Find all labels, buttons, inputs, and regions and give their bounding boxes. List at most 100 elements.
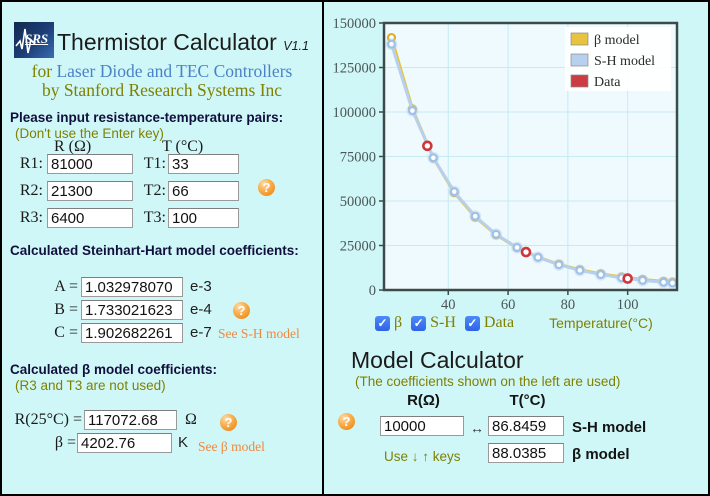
r25-label: R(25°C) = xyxy=(8,411,82,429)
coefficient-b-label: B = xyxy=(8,301,78,319)
sh-section-heading: Calculated Steinhart-Hart model coeffici… xyxy=(10,243,299,258)
t2-label: T2: xyxy=(140,182,166,200)
sh-marker xyxy=(493,231,500,238)
sh-marker xyxy=(535,254,542,261)
legend-swatch-Data xyxy=(571,75,588,87)
help-icon-model-calculator[interactable]: ? xyxy=(338,413,355,430)
r2-input[interactable] xyxy=(47,181,133,201)
sh-marker xyxy=(472,213,479,220)
sh-marker xyxy=(660,279,667,286)
beta-unit: K xyxy=(178,434,188,451)
t2-input[interactable] xyxy=(168,181,239,201)
legend-swatch-S-H model xyxy=(571,54,588,66)
legend-label-β model: β model xyxy=(594,33,640,48)
sh-marker xyxy=(388,41,395,48)
bidirectional-arrow: ↔ xyxy=(470,420,484,436)
t3-label: T3: xyxy=(140,209,166,227)
sh-marker xyxy=(430,154,437,161)
calc-column-header-temperature: T(°C) xyxy=(488,392,567,409)
coefficient-c-exponent: e-7 xyxy=(190,324,212,341)
data-marker xyxy=(423,142,431,150)
model-calculator-title: Model Calculator xyxy=(351,347,524,374)
srs-logo: SRS xyxy=(14,22,54,58)
coefficient-a-input[interactable] xyxy=(81,277,183,297)
t1-input[interactable] xyxy=(168,154,239,174)
t1-label: T1: xyxy=(140,155,166,173)
series-toggle-row: ✓ β ✓ S-H ✓ Data Temperature(°C) xyxy=(375,314,653,332)
r2-label: R2: xyxy=(8,182,43,200)
data-marker xyxy=(624,275,632,283)
legend-label-S-H model: S-H model xyxy=(594,54,655,69)
x-tick-label: 60 xyxy=(501,297,516,313)
page-title: Thermistor Calculator V1.1 xyxy=(57,29,309,56)
model-calculator-subtitle: (The coefficients shown on the left are … xyxy=(355,374,620,389)
sh-marker xyxy=(639,277,646,284)
y-tick-label: 25000 xyxy=(340,239,376,255)
sh-marker xyxy=(556,261,563,268)
products-link: Laser Diode and TEC Controllers xyxy=(56,61,292,81)
beta-label: β = xyxy=(8,434,76,452)
sh-model-label: S-H model xyxy=(572,419,646,436)
beta-section-heading: Calculated β model coefficients: xyxy=(10,362,217,377)
x-tick-label: 100 xyxy=(617,297,639,313)
help-icon-sh-coefficients[interactable]: ? xyxy=(233,302,250,319)
coefficient-b-input[interactable] xyxy=(81,300,183,320)
r1-label: R1: xyxy=(8,155,43,173)
r3-input[interactable] xyxy=(47,208,133,228)
x-tick-label: 40 xyxy=(441,297,456,313)
coefficient-b-exponent: e-4 xyxy=(190,301,212,318)
r25-unit: Ω xyxy=(185,411,197,429)
help-icon-input-pairs[interactable]: ? xyxy=(258,179,275,196)
calc-sh-temperature-input[interactable] xyxy=(488,416,564,436)
left-panel: SRS Thermistor Calculator V1.1 for Laser… xyxy=(2,2,324,494)
sh-marker xyxy=(451,188,458,195)
coefficient-a-label: A = xyxy=(8,278,78,296)
coefficient-c-label: C = xyxy=(8,324,78,342)
calc-resistance-input[interactable] xyxy=(380,416,464,436)
checkbox-beta[interactable]: ✓ xyxy=(375,316,390,331)
r25-input[interactable] xyxy=(84,410,177,430)
x-axis-label: Temperature(°C) xyxy=(549,315,653,331)
beta-section-note: (R3 and T3 are not used) xyxy=(15,378,166,393)
y-tick-label: 100000 xyxy=(333,105,377,121)
x-tick-label: 80 xyxy=(561,297,576,313)
right-panel: 0250005000075000100000125000150000406080… xyxy=(324,2,708,494)
data-marker xyxy=(522,248,530,256)
coefficient-a-exponent: e-3 xyxy=(190,278,212,295)
calc-beta-temperature-input[interactable] xyxy=(488,443,564,463)
legend-swatch-β model xyxy=(571,33,588,45)
input-section-heading: Please input resistance-temperature pair… xyxy=(10,110,283,125)
y-tick-label: 75000 xyxy=(340,150,376,166)
srs-logo-text: SRS xyxy=(25,31,48,47)
legend-label-Data: Data xyxy=(594,75,621,90)
see-sh-model-link[interactable]: See S-H model xyxy=(218,326,300,342)
checkbox-label-data: Data xyxy=(484,314,514,332)
sh-marker xyxy=(514,244,521,251)
calc-column-header-resistance: R(Ω) xyxy=(380,392,467,409)
checkbox-data[interactable]: ✓ xyxy=(465,316,480,331)
checkbox-label-beta: β xyxy=(394,314,402,332)
subtitle-products: for Laser Diode and TEC Controllers xyxy=(2,61,322,82)
r3-label: R3: xyxy=(8,209,43,227)
thermistor-calculator-window: SRS Thermistor Calculator V1.1 for Laser… xyxy=(0,0,710,496)
beta-input[interactable] xyxy=(77,433,172,453)
sh-marker xyxy=(409,107,416,114)
help-icon-beta-coefficients[interactable]: ? xyxy=(220,414,237,431)
checkbox-label-sh: S-H xyxy=(430,314,456,332)
sh-marker xyxy=(597,271,604,278)
coefficient-c-input[interactable] xyxy=(81,323,183,343)
r1-input[interactable] xyxy=(47,154,133,174)
see-beta-model-link[interactable]: See β model xyxy=(198,439,265,455)
version-label: V1.1 xyxy=(283,39,309,53)
beta-model-label: β model xyxy=(572,446,630,463)
sh-marker xyxy=(576,267,583,274)
y-tick-label: 0 xyxy=(369,283,376,299)
subtitle-company: by Stanford Research Systems Inc xyxy=(2,80,322,101)
y-tick-label: 50000 xyxy=(340,194,376,210)
t3-input[interactable] xyxy=(168,208,239,228)
arrow-keys-hint: Use ↓ ↑ keys xyxy=(384,449,461,464)
checkbox-sh[interactable]: ✓ xyxy=(411,316,426,331)
sh-marker xyxy=(669,280,676,287)
resistance-temperature-chart: 0250005000075000100000125000150000406080… xyxy=(324,2,708,314)
y-tick-label: 125000 xyxy=(333,61,377,77)
